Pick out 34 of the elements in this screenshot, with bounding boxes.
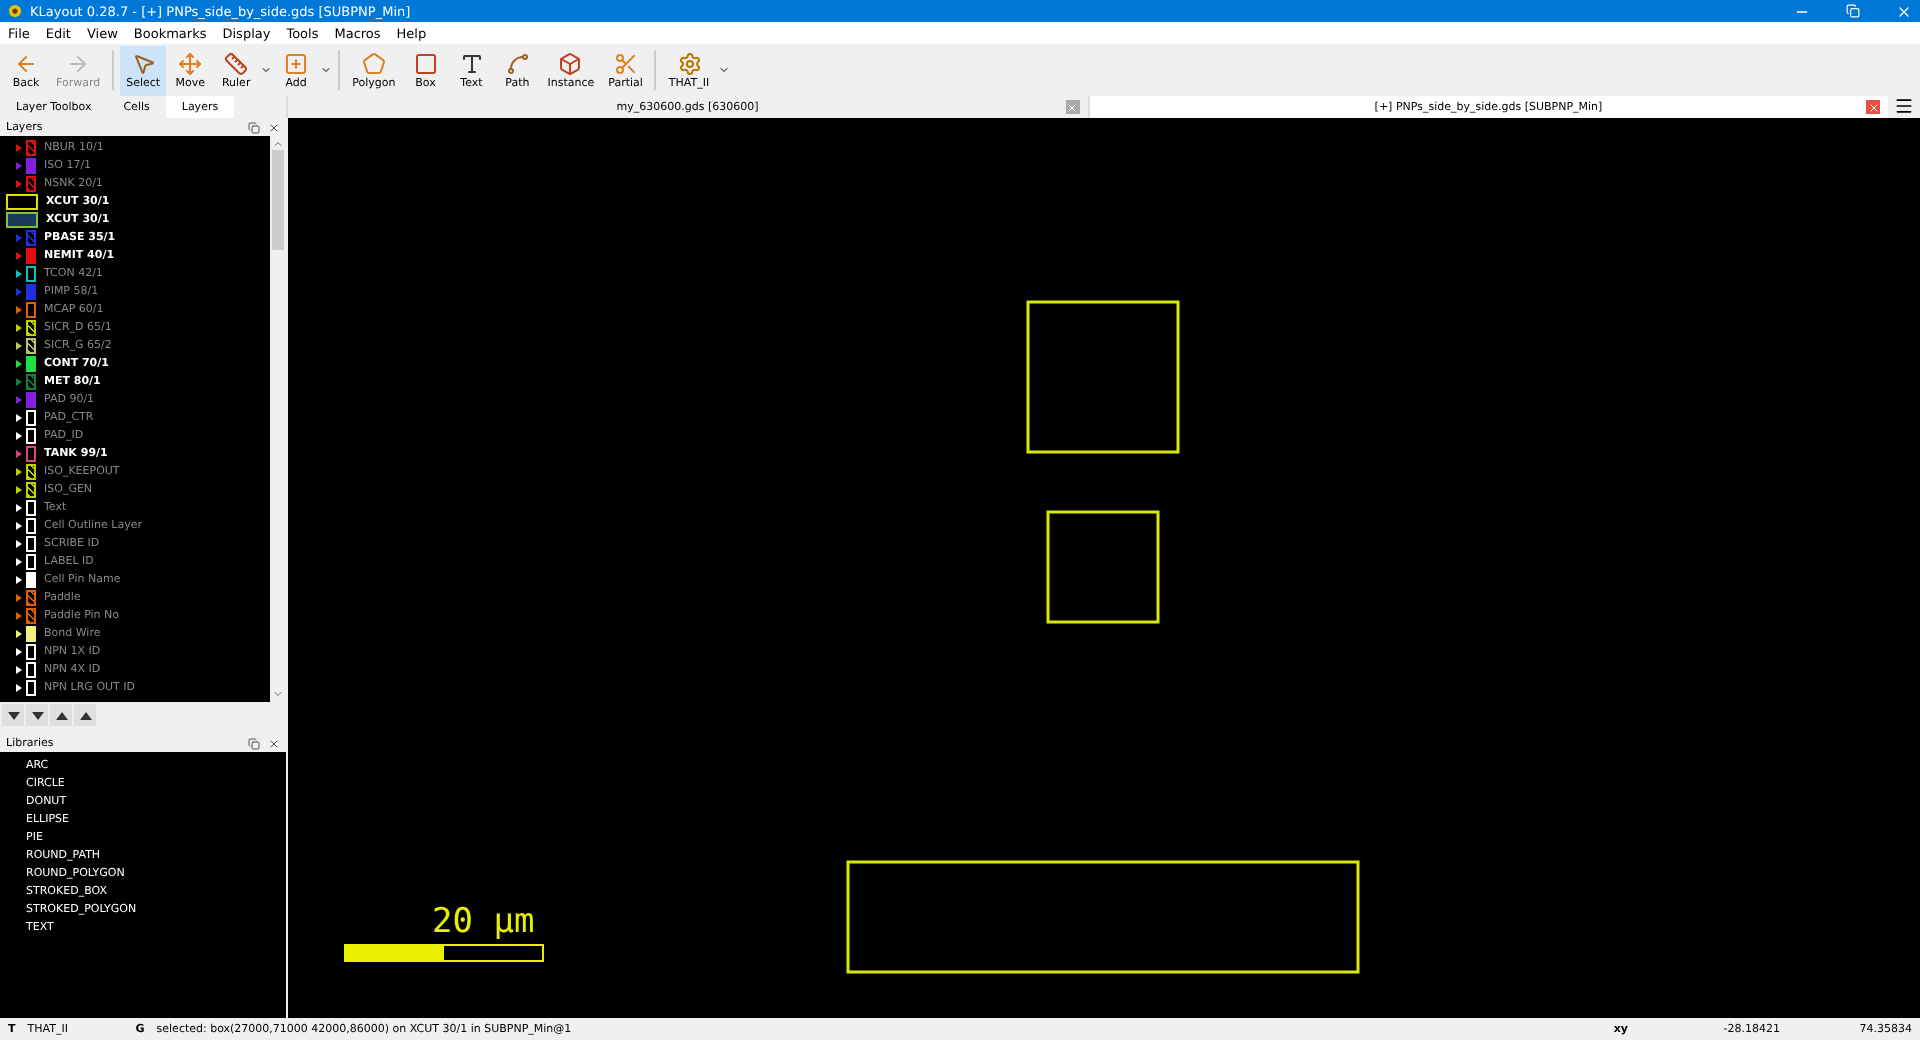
close-tab-icon[interactable] <box>1866 100 1880 114</box>
pentagon-icon <box>361 51 386 75</box>
float-icon[interactable] <box>248 737 260 749</box>
box-shape[interactable] <box>1026 300 1180 454</box>
layer-tool-button[interactable] <box>2 704 24 726</box>
restore-icon[interactable] <box>1846 4 1860 18</box>
box-shape[interactable] <box>1046 510 1160 624</box>
caret-icon[interactable] <box>320 64 333 76</box>
expand-arrow-icon[interactable] <box>16 269 22 277</box>
caret-icon[interactable] <box>260 64 273 76</box>
close-icon[interactable] <box>268 737 280 749</box>
box-shape[interactable] <box>846 860 1360 974</box>
layer-tool-button[interactable] <box>26 704 48 726</box>
gear-icon <box>677 51 702 75</box>
float-icon[interactable] <box>248 121 260 133</box>
menu-icon[interactable] <box>1894 96 1914 116</box>
scissors-icon <box>613 51 638 75</box>
square-icon <box>413 51 438 75</box>
layer-tool-button[interactable] <box>50 704 72 726</box>
move-icon <box>178 51 203 75</box>
layer-tool-button[interactable] <box>74 704 96 726</box>
pointer-icon <box>131 51 156 75</box>
caret-icon[interactable] <box>717 64 730 76</box>
forward-icon <box>66 51 91 75</box>
back-icon <box>14 51 38 75</box>
close-icon[interactable] <box>268 121 280 133</box>
scale-label: 20 µm <box>432 902 535 942</box>
plus-square-icon <box>284 51 309 75</box>
layout-canvas[interactable]: 20 µm <box>288 118 1920 1018</box>
cube-icon <box>558 51 583 75</box>
ruler-icon <box>224 51 249 75</box>
curve-icon <box>505 51 530 75</box>
app-logo-icon <box>8 4 22 18</box>
text-icon <box>459 51 484 75</box>
